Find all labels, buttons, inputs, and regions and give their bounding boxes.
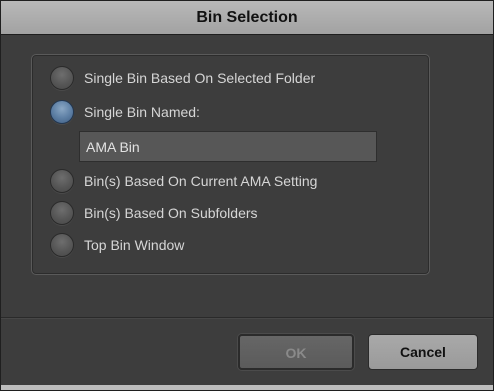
- cancel-button[interactable]: Cancel: [368, 334, 478, 370]
- option-label: Single Bin Based On Selected Folder: [84, 70, 316, 86]
- option-single-bin-named[interactable]: Single Bin Named:: [50, 99, 200, 125]
- option-label: Bin(s) Based On Subfolders: [84, 205, 258, 221]
- option-label: Single Bin Named:: [84, 104, 200, 120]
- radio-button-icon[interactable]: [50, 233, 74, 257]
- bin-selection-dialog: Bin Selection Single Bin Based On Select…: [0, 0, 494, 391]
- option-single-bin-selected-folder[interactable]: Single Bin Based On Selected Folder: [50, 65, 315, 91]
- option-label: Top Bin Window: [84, 237, 185, 253]
- dialog-title: Bin Selection: [1, 1, 493, 35]
- radio-button-selected-icon[interactable]: [50, 100, 74, 124]
- radio-button-icon[interactable]: [50, 201, 74, 225]
- ok-button[interactable]: OK: [238, 334, 354, 370]
- bin-name-input[interactable]: [79, 131, 377, 162]
- option-label: Bin(s) Based On Current AMA Setting: [84, 173, 318, 189]
- option-bins-current-ama-setting[interactable]: Bin(s) Based On Current AMA Setting: [50, 168, 317, 194]
- window-bottom-edge: [1, 385, 493, 390]
- radio-button-icon[interactable]: [50, 66, 74, 90]
- option-bins-subfolders[interactable]: Bin(s) Based On Subfolders: [50, 200, 258, 226]
- divider: [1, 317, 493, 319]
- radio-button-icon[interactable]: [50, 169, 74, 193]
- option-top-bin-window[interactable]: Top Bin Window: [50, 232, 184, 258]
